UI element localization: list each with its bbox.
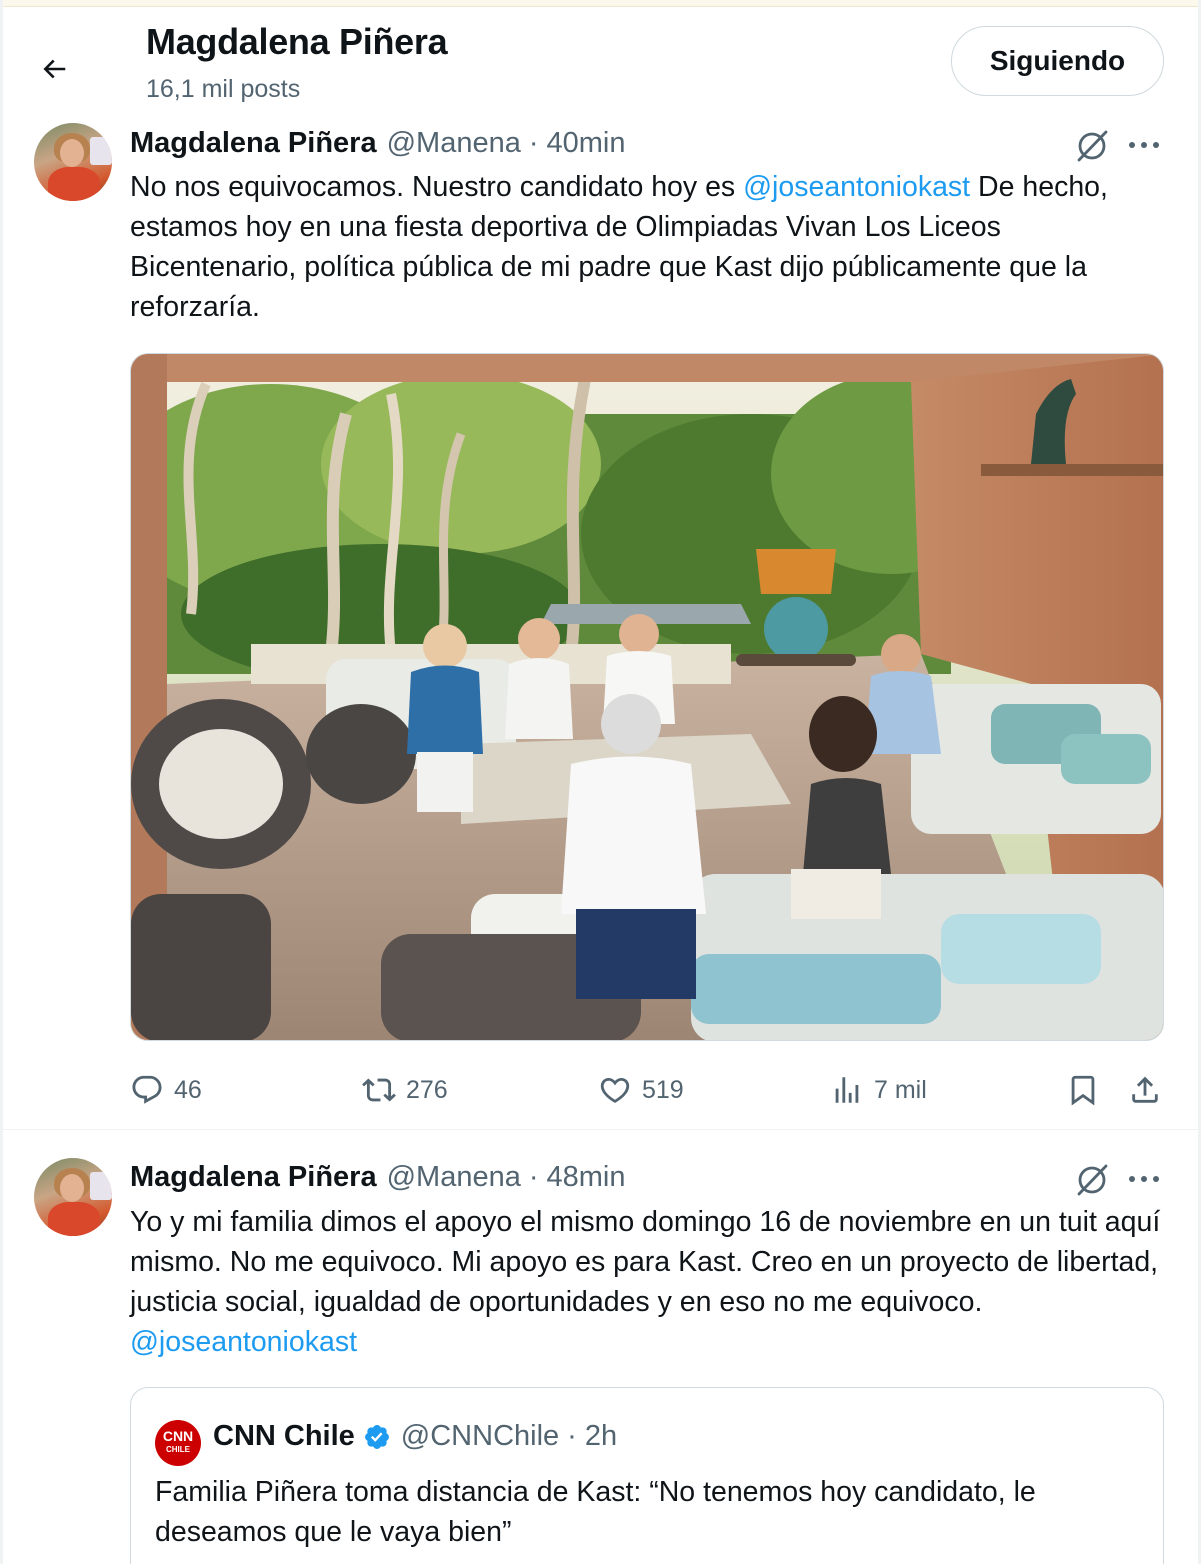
avatar[interactable]	[34, 123, 112, 201]
tweet[interactable]: Magdalena Piñera @Manena · 40min No nos …	[0, 117, 1201, 1130]
separator-dot: ·	[528, 1161, 539, 1193]
tweet-author-handle[interactable]: @Manena	[387, 127, 521, 160]
quoted-tweet-text: Familia Piñera toma distancia de Kast: “…	[155, 1476, 1036, 1548]
tweet[interactable]: Magdalena Piñera @Manena · 48min Yo y mi…	[0, 1131, 1201, 1564]
browser-top-strip	[0, 0, 1201, 7]
back-arrow-icon	[43, 59, 66, 79]
share-button[interactable]	[1128, 1068, 1162, 1112]
tweet-header: Magdalena Piñera @Manena · 48min	[130, 1161, 626, 1194]
reply-icon	[132, 1075, 162, 1104]
grok-icon[interactable]	[1072, 1159, 1112, 1199]
separator-dot: ·	[528, 127, 539, 159]
views-count: 7 mil	[874, 1075, 927, 1104]
quoted-author-handle[interactable]: @CNNChile	[401, 1420, 559, 1453]
tweet-author-handle[interactable]: @Manena	[387, 1161, 521, 1194]
reply-count: 46	[174, 1075, 202, 1104]
tweet-timestamp[interactable]: 40min	[547, 127, 626, 160]
views-button[interactable]: 7 mil	[830, 1068, 927, 1112]
share-icon	[1132, 1076, 1158, 1103]
tweet-photo[interactable]	[130, 353, 1164, 1041]
verified-badge-icon	[364, 1424, 389, 1449]
profile-header: Magdalena Piñera 16,1 mil posts Siguiend…	[0, 7, 1201, 117]
bookmark-button[interactable]	[1066, 1068, 1100, 1112]
like-count: 519	[642, 1075, 684, 1104]
more-icon[interactable]	[1124, 1159, 1164, 1199]
more-icon[interactable]	[1124, 125, 1164, 165]
separator-dot: ·	[567, 1420, 577, 1452]
tweet-author-name[interactable]: Magdalena Piñera	[130, 1161, 377, 1194]
tweet-text: No nos equivocamos. Nuestro candidato ho…	[130, 171, 1108, 323]
like-icon	[600, 1077, 630, 1103]
tweet-author-name[interactable]: Magdalena Piñera	[130, 127, 377, 160]
cnn-chile-logo: CNN CHILE	[155, 1420, 201, 1466]
grok-icon[interactable]	[1072, 125, 1112, 165]
quoted-timestamp[interactable]: 2h	[585, 1420, 617, 1453]
like-button[interactable]: 519	[598, 1068, 684, 1112]
repost-icon	[362, 1078, 396, 1102]
tweet-text: Yo y mi familia dimos el apoyo el mismo …	[130, 1206, 1161, 1358]
following-button[interactable]: Siguiendo	[951, 26, 1164, 96]
quoted-tweet-header: CNN Chile @CNNChile · 2h	[213, 1420, 617, 1453]
quoted-author-name[interactable]: CNN Chile	[213, 1420, 355, 1453]
patio-meeting-photo	[131, 354, 1163, 1040]
views-icon	[835, 1077, 859, 1103]
tweet-header: Magdalena Piñera @Manena · 40min	[130, 127, 626, 160]
back-button[interactable]	[26, 41, 82, 97]
avatar[interactable]	[34, 1158, 112, 1236]
bookmark-icon	[1071, 1075, 1095, 1106]
header-profile-name: Magdalena Piñera	[146, 21, 448, 62]
reply-button[interactable]: 46	[130, 1068, 202, 1112]
repost-button[interactable]: 276	[362, 1068, 448, 1112]
mention-link[interactable]: @joseantoniokast	[130, 1326, 357, 1358]
tweet-timestamp[interactable]: 48min	[547, 1161, 626, 1194]
mention-link[interactable]: @joseantoniokast	[743, 171, 970, 203]
tweet-actions: 46 276 519 7 mil	[130, 1068, 1164, 1112]
quoted-tweet[interactable]: CNN CHILE CNN Chile @CNNChile · 2h Famil…	[130, 1387, 1164, 1564]
header-posts-count: 16,1 mil posts	[146, 75, 301, 103]
repost-count: 276	[406, 1075, 448, 1104]
